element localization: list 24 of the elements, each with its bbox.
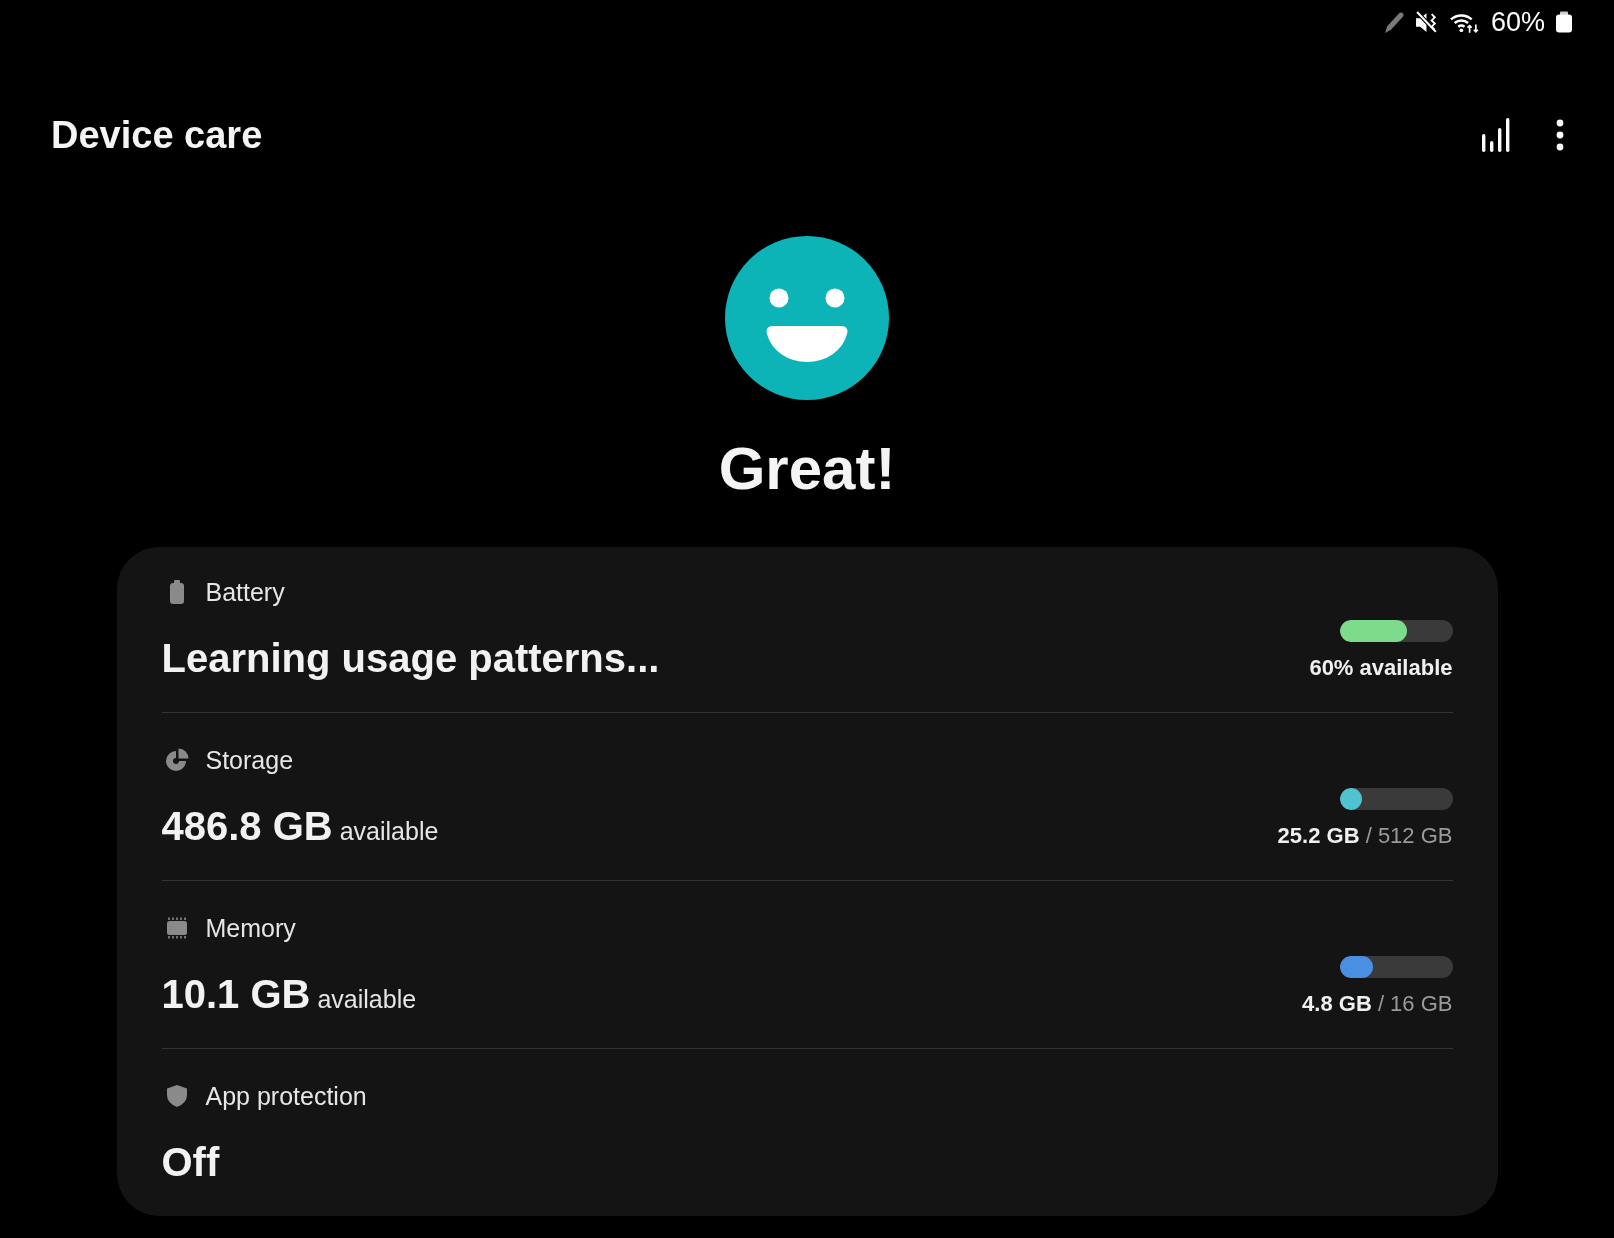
smiley-face-icon — [725, 236, 889, 400]
muted-speaker-icon — [1414, 10, 1440, 34]
battery-percentage: 60% — [1490, 7, 1545, 37]
section-label: Storage — [205, 745, 294, 775]
bar-chart-icon[interactable] — [1482, 118, 1510, 152]
usage-reading: 4.8 GB / 16 GB — [1302, 990, 1453, 1018]
battery-icon — [168, 580, 185, 604]
battery-status-icon — [1555, 11, 1573, 33]
section-label: Memory — [205, 913, 296, 943]
pencil-icon — [1383, 10, 1405, 34]
page-title: Device care — [51, 113, 263, 157]
section-value: 10.1 GB available — [161, 971, 417, 1018]
usage-reading: 60% available — [1309, 654, 1453, 682]
shield-icon — [164, 1084, 189, 1108]
more-options-icon[interactable] — [1556, 119, 1564, 151]
section-value: Off — [161, 1139, 220, 1186]
section-value: Learning usage patterns... — [161, 635, 660, 682]
status-headline: Great! — [718, 434, 896, 504]
section-label: Battery — [205, 577, 285, 607]
pie-chart-icon — [164, 748, 189, 772]
section-label: App protection — [205, 1081, 367, 1111]
chip-icon — [164, 916, 189, 940]
section-value: 486.8 GB available — [161, 803, 439, 850]
usage-reading: 25.2 GB / 512 GB — [1277, 822, 1453, 850]
